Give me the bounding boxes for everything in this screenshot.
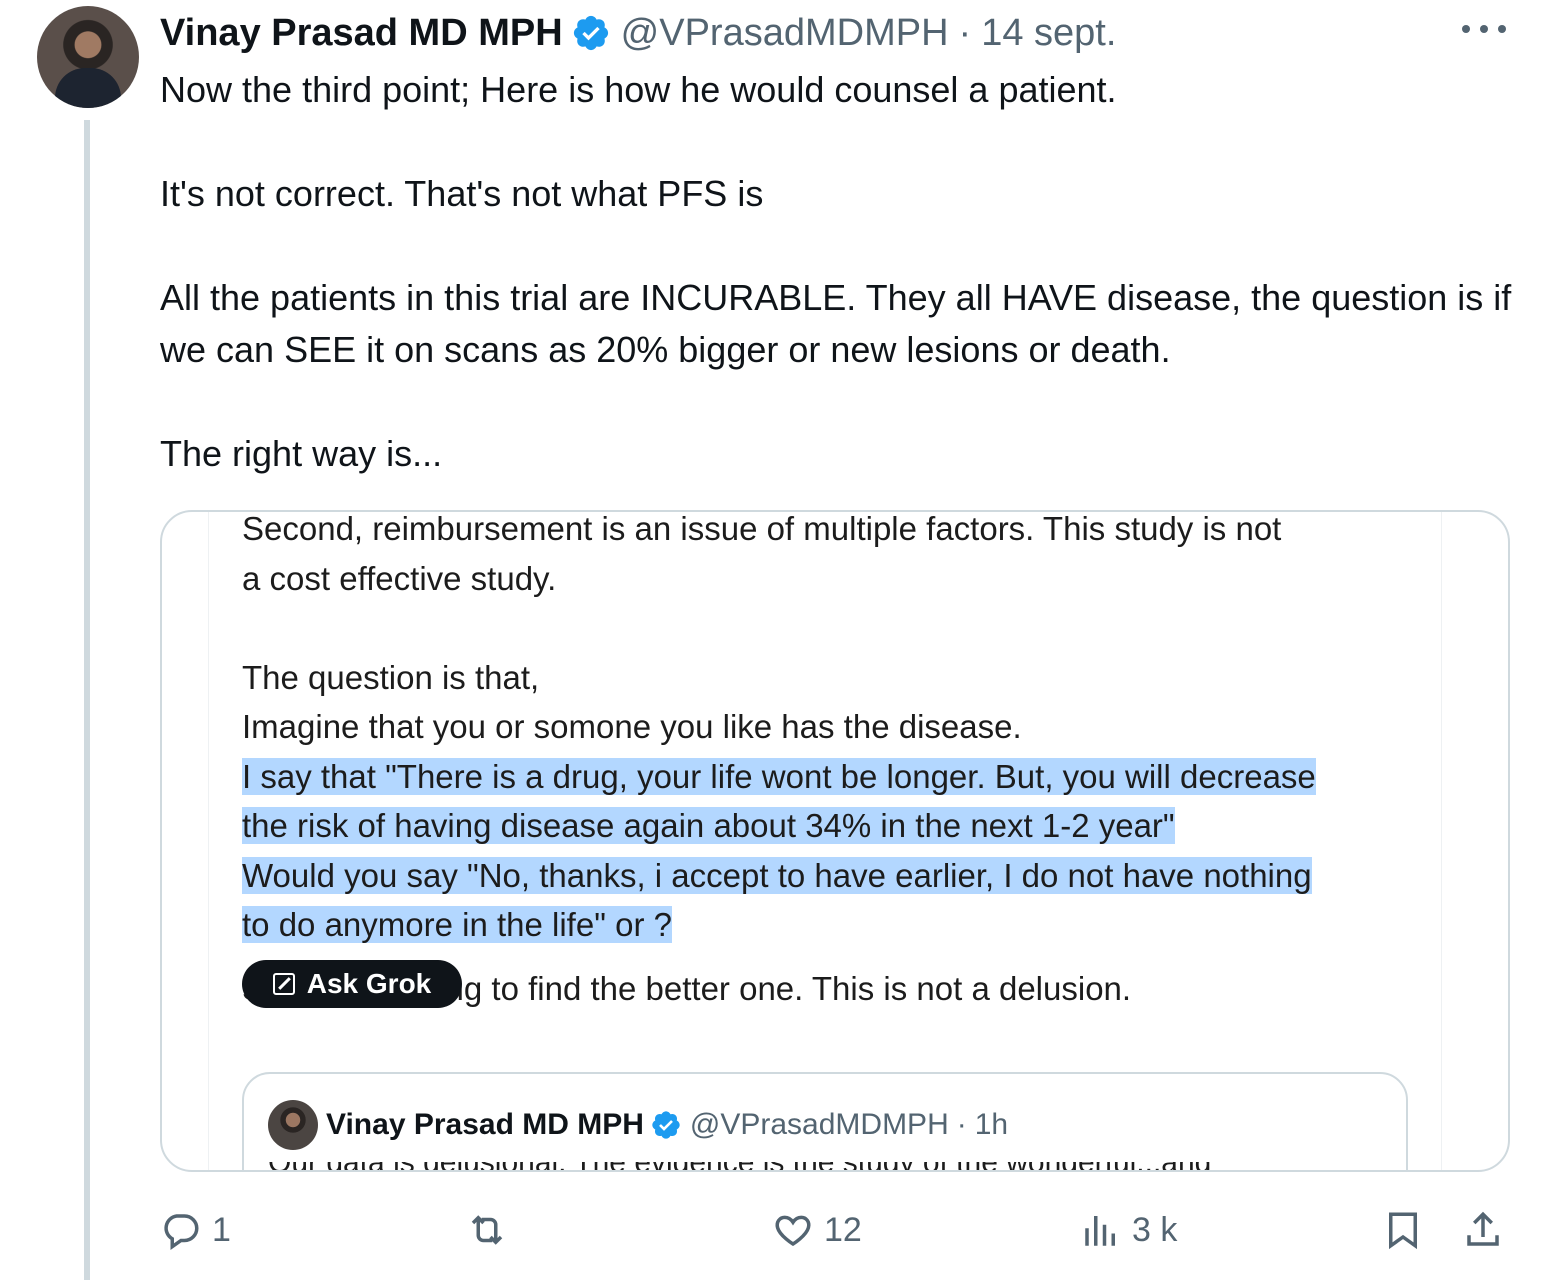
reply-icon	[164, 1214, 199, 1250]
share-icon	[1467, 1211, 1499, 1246]
views-count: 3 k	[1132, 1210, 1178, 1249]
views-chart-icon	[1085, 1216, 1115, 1246]
heart-icon	[775, 1215, 811, 1247]
bookmark-icon	[1389, 1212, 1417, 1250]
thread-connector-line	[84, 120, 90, 1280]
screenshot-line: Imagine that you or somone you like has …	[242, 708, 1022, 745]
highlighted-line: I say that "There is a drug, your life w…	[242, 757, 1316, 795]
highlighted-line: to do anymore in the life" or ?	[242, 906, 672, 943]
author-name[interactable]: Vinay Prasad MD MPH	[160, 12, 563, 55]
quoted-tweet[interactable]: Vinay Prasad MD MPH @VPrasadMDMPH · 1h O…	[242, 1072, 1408, 1170]
bookmark-button[interactable]	[1382, 1200, 1434, 1260]
highlighted-line: Would you say "No, thanks, i accept to h…	[242, 856, 1312, 894]
screenshot-text: Second, reimbursement is an issue of mul…	[242, 510, 1422, 1013]
verified-badge-icon	[652, 1111, 680, 1139]
repost-icon	[471, 1215, 503, 1245]
tweet-header: Vinay Prasad MD MPH @VPrasadMDMPH · 14 s…	[160, 8, 1116, 58]
quoted-time: 1h	[974, 1108, 1009, 1141]
quoted-separator: ·	[956, 1108, 967, 1141]
tweet-date[interactable]: 14 sept.	[981, 12, 1116, 55]
quoted-author-handle: @VPrasadMDMPH	[689, 1108, 949, 1141]
highlighted-line: the risk of having disease again about 3…	[242, 807, 1175, 844]
author-handle[interactable]: @VPrasadMDMPH	[621, 12, 949, 55]
share-button[interactable]	[1462, 1200, 1514, 1260]
tweet-paragraph: It's not correct. That's not what PFS is	[160, 173, 764, 214]
tweet-paragraph: The right way is...	[160, 433, 443, 474]
quoted-author-avatar	[268, 1100, 318, 1150]
screenshot-line: a cost effective study.	[242, 559, 557, 597]
ask-grok-label: Ask Grok	[306, 968, 432, 999]
tweet-text: Now the third point; Here is how he woul…	[160, 64, 1520, 480]
screenshot-line	[242, 603, 1422, 653]
quoted-cut-text: Our data is delusional. The evidence is …	[268, 1162, 1378, 1170]
more-options-icon[interactable]	[1462, 14, 1506, 44]
author-avatar[interactable]	[37, 6, 139, 108]
header-separator: ·	[958, 11, 972, 54]
tweet-paragraph: All the patients in this trial are INCUR…	[160, 277, 1512, 370]
repost-button[interactable]	[466, 1200, 518, 1260]
grok-icon	[272, 973, 295, 995]
quoted-author-name: Vinay Prasad MD MPH	[326, 1108, 644, 1141]
reply-button[interactable]: 1	[160, 1200, 231, 1260]
like-count: 12	[824, 1210, 862, 1249]
quoted-text-fragment: Our data is delusional. The evidence is …	[268, 1162, 1378, 1170]
tweet-paragraph: Now the third point; Here is how he woul…	[160, 69, 1117, 110]
reply-count: 1	[212, 1210, 231, 1249]
screenshot-line: The question is that,	[242, 658, 540, 696]
like-button[interactable]: 12	[772, 1200, 862, 1260]
verified-badge-icon	[573, 15, 608, 51]
views-button[interactable]: 3 k	[1080, 1200, 1177, 1260]
screenshot-line: Second, reimbursement is an issue of mul…	[242, 510, 1282, 547]
tweet-action-bar: 1 12 3 k	[0, 1200, 1542, 1260]
ask-grok-button[interactable]: Ask Grok	[242, 960, 462, 1008]
quoted-tweet-header: Vinay Prasad MD MPH @VPrasadMDMPH · 1h	[326, 1100, 1008, 1150]
embedded-screenshot[interactable]: Second, reimbursement is an issue of mul…	[160, 510, 1510, 1172]
